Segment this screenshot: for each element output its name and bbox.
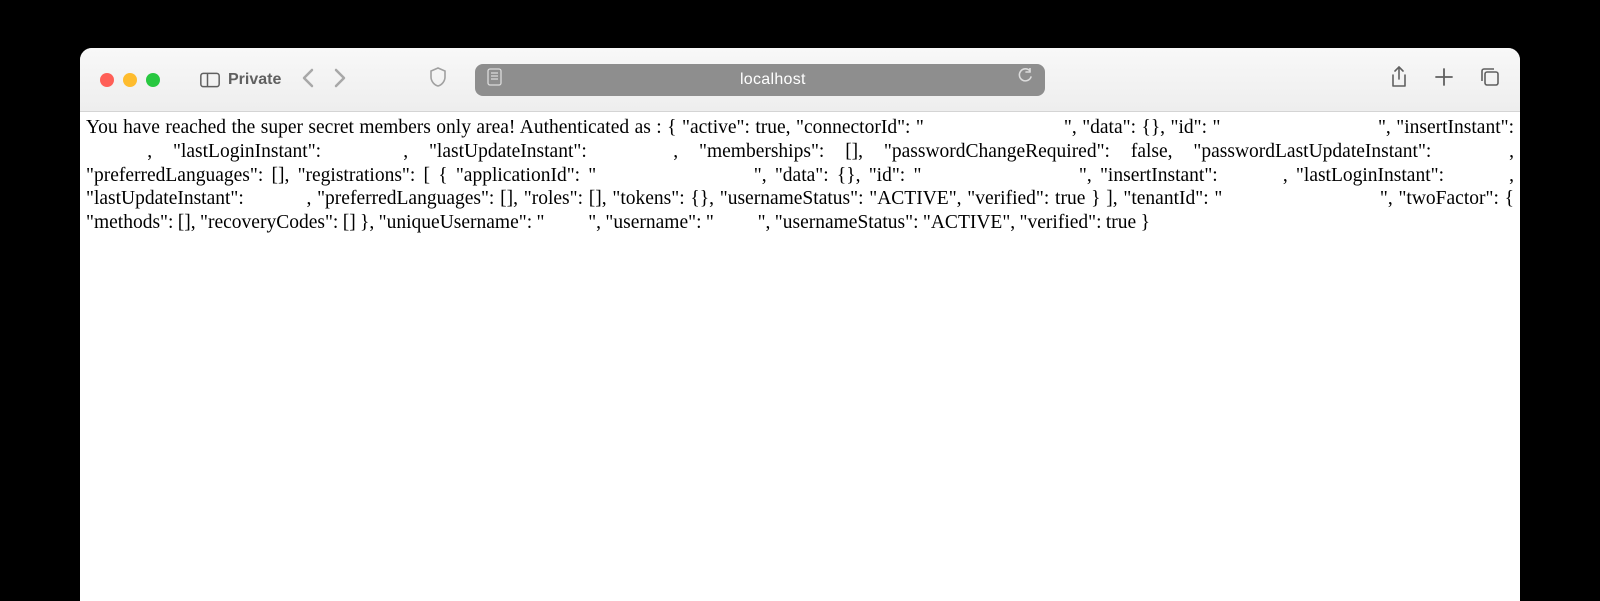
redacted-value bbox=[342, 140, 403, 164]
minimize-window-button[interactable] bbox=[123, 73, 137, 87]
close-window-button[interactable] bbox=[100, 73, 114, 87]
reload-icon bbox=[1017, 68, 1033, 86]
page-content: You have reached the super secret member… bbox=[80, 112, 1520, 601]
toolbar: Private bbox=[80, 48, 1520, 112]
forward-button[interactable] bbox=[333, 67, 347, 93]
plus-icon bbox=[1434, 67, 1454, 87]
share-icon bbox=[1390, 66, 1408, 88]
redacted-value bbox=[1452, 140, 1509, 164]
redacted-value bbox=[608, 140, 674, 164]
address-text: localhost bbox=[512, 71, 1033, 89]
new-tab-button[interactable] bbox=[1434, 67, 1454, 92]
reader-icon bbox=[487, 68, 502, 86]
address-bar[interactable]: localhost bbox=[475, 64, 1045, 96]
shield-icon bbox=[429, 67, 447, 87]
browser-window: Private bbox=[80, 48, 1520, 601]
redacted-value bbox=[250, 187, 307, 211]
right-toolbar-icons bbox=[1390, 66, 1500, 93]
redacted-value bbox=[86, 140, 147, 164]
sidebar-icon bbox=[200, 72, 220, 88]
share-button[interactable] bbox=[1390, 66, 1408, 93]
reload-button[interactable] bbox=[1017, 68, 1033, 91]
privacy-shield-button[interactable] bbox=[429, 67, 447, 92]
redacted-value bbox=[921, 164, 1079, 188]
redacted-value bbox=[544, 211, 588, 235]
redacted-value bbox=[1220, 116, 1378, 140]
redacted-value bbox=[714, 211, 758, 235]
chevron-left-icon bbox=[301, 67, 315, 89]
tabs-icon bbox=[1480, 67, 1500, 87]
sidebar-toggle[interactable]: Private bbox=[200, 71, 281, 89]
nav-arrows bbox=[301, 67, 347, 93]
content-text: You have reached the super secret member… bbox=[86, 116, 1514, 235]
redacted-value bbox=[1452, 164, 1509, 188]
back-button[interactable] bbox=[301, 67, 315, 93]
private-label: Private bbox=[228, 71, 281, 89]
redacted-value bbox=[596, 164, 754, 188]
redacted-value bbox=[1222, 187, 1380, 211]
tabs-overview-button[interactable] bbox=[1480, 67, 1500, 92]
redacted-value bbox=[924, 116, 1064, 140]
chevron-right-icon bbox=[333, 67, 347, 89]
maximize-window-button[interactable] bbox=[146, 73, 160, 87]
reader-mode-button[interactable] bbox=[487, 68, 502, 91]
window-controls bbox=[100, 73, 160, 87]
redacted-value bbox=[1226, 164, 1283, 188]
